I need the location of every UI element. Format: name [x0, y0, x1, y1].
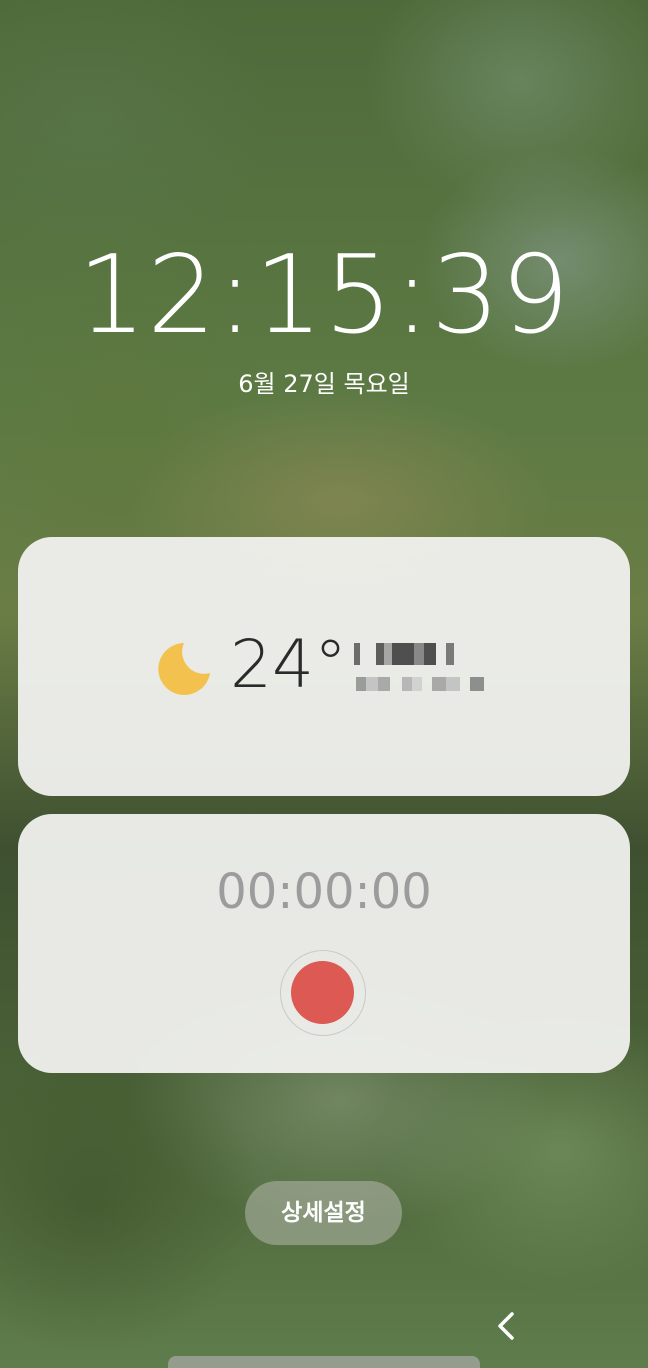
home-indicator[interactable]: [168, 1356, 480, 1368]
temperature: 24°: [230, 626, 347, 703]
record-button[interactable]: [280, 950, 366, 1036]
detailed-settings-button[interactable]: 상세설정: [245, 1181, 402, 1245]
moon-icon: [158, 643, 210, 695]
weather-detail-redacted: [356, 677, 484, 691]
weather-widget[interactable]: 24°: [18, 537, 630, 796]
recording-timer: 00:00:00: [216, 864, 432, 920]
chevron-left-icon[interactable]: [486, 1306, 526, 1346]
record-dot-icon: [291, 961, 354, 1024]
voice-recorder-widget: 00:00:00: [18, 814, 630, 1073]
location-redacted: [354, 643, 454, 665]
clock-date: 6월 27일 목요일: [238, 370, 410, 398]
clock-time: 12:15:39: [77, 233, 571, 358]
weather-row: 24°: [18, 537, 630, 796]
